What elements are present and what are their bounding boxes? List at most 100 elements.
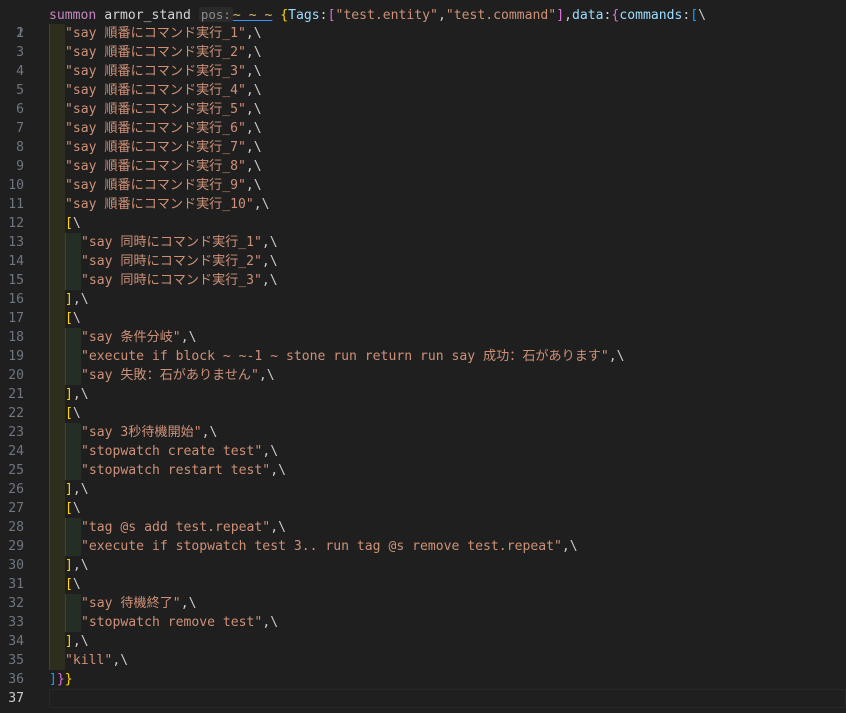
line-number: 23 xyxy=(8,425,24,440)
code-line[interactable]: 33 "stopwatch remove test",\ xyxy=(0,613,846,632)
command-string: "say 待機終了" xyxy=(81,596,181,611)
code-line[interactable]: 36]}} xyxy=(0,670,846,689)
code-editor[interactable]: 1 summon armor_stand pos: ~ ~ ~ {Tags:["t… xyxy=(0,0,846,713)
line-content[interactable]: "say 同時にコマンド実行_3",\ xyxy=(49,271,278,290)
code-line[interactable]: 14 "say 同時にコマンド実行_2",\ xyxy=(0,252,846,271)
code-line[interactable]: 24 "stopwatch create test",\ xyxy=(0,442,846,461)
line-content[interactable]: "say 順番にコマンド実行_2",\ xyxy=(49,43,262,62)
code-line[interactable]: 20 "say 失敗：石がありません",\ xyxy=(0,366,846,385)
line-content[interactable]: [\ xyxy=(49,214,81,233)
code-line[interactable]: 11 "say 順番にコマンド実行_10",\ xyxy=(0,195,846,214)
indent-guide xyxy=(49,404,65,423)
line-content[interactable]: ],\ xyxy=(49,290,89,309)
punctuation: ,\ xyxy=(262,615,279,630)
array-bracket-close: ] xyxy=(65,558,73,573)
code-line[interactable]: 25 "stopwatch restart test",\ xyxy=(0,461,846,480)
line-content[interactable]: ]}} xyxy=(49,670,73,689)
line-content[interactable]: "say 順番にコマンド実行_1",\ xyxy=(49,24,262,43)
line-content[interactable]: "say 順番にコマンド実行_6",\ xyxy=(49,119,262,138)
line-content[interactable]: ],\ xyxy=(49,632,89,651)
punctuation: ,\ xyxy=(112,653,129,668)
code-line[interactable]: 32 "say 待機終了",\ xyxy=(0,594,846,613)
code-line[interactable]: 26],\ xyxy=(0,480,846,499)
code-line[interactable]: 1 summon armor_stand pos: ~ ~ ~ {Tags:["t… xyxy=(0,5,846,41)
current-code-line[interactable]: 37 xyxy=(0,689,846,708)
line-content[interactable]: "say 順番にコマンド実行_7",\ xyxy=(49,138,262,157)
code-line[interactable]: 7 "say 順番にコマンド実行_6",\ xyxy=(0,119,846,138)
code-line[interactable]: 10 "say 順番にコマンド実行_9",\ xyxy=(0,176,846,195)
code-line[interactable]: 23 "say 3秒待機開始",\ xyxy=(0,423,846,442)
indent-guide xyxy=(65,233,81,252)
line-number: 36 xyxy=(8,672,24,687)
command-string: "say 順番にコマンド実行_5" xyxy=(65,102,246,117)
line-content[interactable]: [\ xyxy=(49,404,81,423)
code-line[interactable]: 34],\ xyxy=(0,632,846,651)
punctuation: ,\ xyxy=(245,45,262,60)
line-content[interactable]: "execute if stopwatch test 3.. run tag @… xyxy=(49,537,578,556)
line-content[interactable]: summon armor_stand pos: ~ ~ ~ {Tags: ["tes… xyxy=(49,5,706,25)
code-line[interactable]: 28 "tag @s add test.repeat",\ xyxy=(0,518,846,537)
line-content[interactable]: [\ xyxy=(49,309,81,328)
data-brace-close: } xyxy=(56,672,65,687)
line-content[interactable]: [\ xyxy=(49,499,81,518)
code-line[interactable]: 30],\ xyxy=(0,556,846,575)
line-content[interactable]: "say 順番にコマンド実行_8",\ xyxy=(49,157,262,176)
code-line[interactable]: 21],\ xyxy=(0,385,846,404)
line-content[interactable]: ],\ xyxy=(49,480,89,499)
code-line[interactable]: 18 "say 条件分岐",\ xyxy=(0,328,846,347)
line-number: 9 xyxy=(16,159,24,174)
line-content[interactable]: "stopwatch create test",\ xyxy=(49,442,278,461)
code-line[interactable]: 22 [\ xyxy=(0,404,846,423)
indent-guide xyxy=(49,100,65,119)
indent-guide xyxy=(65,328,81,347)
line-content[interactable]: "say 3秒待機開始",\ xyxy=(49,423,217,442)
code-line[interactable]: 16],\ xyxy=(0,290,846,309)
line-content[interactable]: "say 順番にコマンド実行_9",\ xyxy=(49,176,262,195)
line-content[interactable]: "stopwatch restart test",\ xyxy=(49,461,286,480)
indent-guide xyxy=(49,195,65,214)
line-content[interactable]: "say 同時にコマンド実行_2",\ xyxy=(49,252,278,271)
line-content[interactable]: "say 失敗：石がありません",\ xyxy=(49,366,275,385)
code-line[interactable]: 8 "say 順番にコマンド実行_7",\ xyxy=(0,138,846,157)
line-content[interactable]: "kill",\ xyxy=(49,651,128,670)
punctuation: ,\ xyxy=(72,482,89,497)
line-content[interactable]: "stopwatch remove test",\ xyxy=(49,613,278,632)
line-content[interactable]: ],\ xyxy=(49,556,89,575)
line-content[interactable]: "execute if block ~ ~-1 ~ stone run retu… xyxy=(49,347,625,366)
line-content[interactable]: [\ xyxy=(49,575,81,594)
code-line[interactable]: 27 [\ xyxy=(0,499,846,518)
line-content[interactable]: "tag @s add test.repeat",\ xyxy=(49,518,286,537)
indent-guide xyxy=(49,328,65,347)
punctuation: ,\ xyxy=(180,330,197,345)
code-line[interactable]: 35 "kill",\ xyxy=(0,651,846,670)
code-line[interactable]: 2 "say 順番にコマンド実行_1",\ xyxy=(0,24,846,43)
code-line[interactable]: 9 "say 順番にコマンド実行_8",\ xyxy=(0,157,846,176)
punctuation: ,\ xyxy=(262,444,279,459)
code-line[interactable]: 31 [\ xyxy=(0,575,846,594)
code-line[interactable]: 4 "say 順番にコマンド実行_3",\ xyxy=(0,62,846,81)
line-content[interactable]: "say 順番にコマンド実行_3",\ xyxy=(49,62,262,81)
line-content[interactable]: "say 順番にコマンド実行_4",\ xyxy=(49,81,262,100)
code-line[interactable]: 13 "say 同時にコマンド実行_1",\ xyxy=(0,233,846,252)
code-line[interactable]: 29 "execute if stopwatch test 3.. run tag… xyxy=(0,537,846,556)
line-content[interactable]: "say 待機終了",\ xyxy=(49,594,196,613)
code-line[interactable]: 3 "say 順番にコマンド実行_2",\ xyxy=(0,43,846,62)
line-number: 24 xyxy=(8,444,24,459)
indent-guide xyxy=(65,423,81,442)
line-content[interactable]: "say 順番にコマンド実行_10",\ xyxy=(49,195,270,214)
command-string: "stopwatch remove test" xyxy=(81,615,263,630)
code-line[interactable]: 5 "say 順番にコマンド実行_4",\ xyxy=(0,81,846,100)
indent-guide xyxy=(49,461,65,480)
code-line[interactable]: 17 [\ xyxy=(0,309,846,328)
command-string: "say 順番にコマンド実行_10" xyxy=(65,197,254,212)
code-line[interactable]: 12 [\ xyxy=(0,214,846,233)
code-line[interactable]: 19 "execute if block ~ ~-1 ~ stone run re… xyxy=(0,347,846,366)
line-content[interactable]: ],\ xyxy=(49,385,89,404)
line-content[interactable]: "say 順番にコマンド実行_5",\ xyxy=(49,100,262,119)
code-line[interactable]: 6 "say 順番にコマンド実行_5",\ xyxy=(0,100,846,119)
code-line[interactable]: 15 "say 同時にコマンド実行_3",\ xyxy=(0,271,846,290)
line-content[interactable]: "say 同時にコマンド実行_1",\ xyxy=(49,233,278,252)
line-continuation: \ xyxy=(72,406,81,421)
line-content[interactable]: "say 条件分岐",\ xyxy=(49,328,196,347)
nbt-key-tags: Tags xyxy=(288,8,320,23)
